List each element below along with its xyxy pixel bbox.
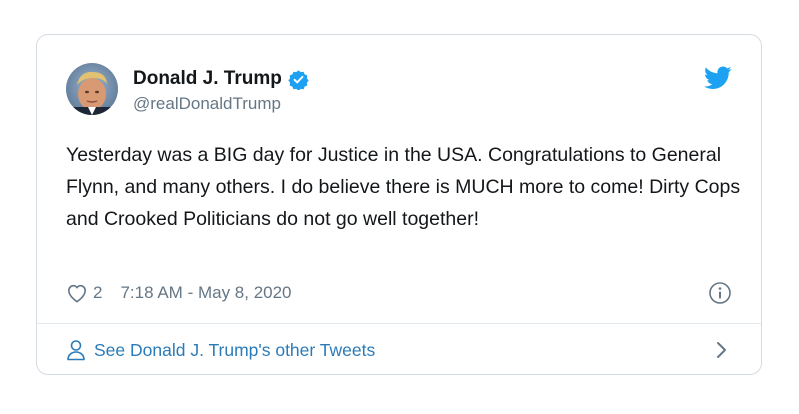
see-other-tweets-label: See Donald J. Trump's other Tweets xyxy=(94,339,376,360)
info-icon[interactable] xyxy=(708,281,732,305)
tweet-text: Yesterday was a BIG day for Justice in t… xyxy=(66,144,741,230)
author-name[interactable]: Donald J. Trump xyxy=(133,68,282,90)
verified-badge-icon xyxy=(288,69,309,91)
person-icon xyxy=(66,339,86,361)
heart-icon[interactable] xyxy=(66,283,88,303)
see-other-tweets-link[interactable]: See Donald J. Trump's other Tweets xyxy=(66,337,375,363)
chevron-right-icon[interactable] xyxy=(715,340,729,360)
author-handle[interactable]: @realDonaldTrump xyxy=(133,94,281,114)
author-row: Donald J. Trump xyxy=(133,67,309,91)
divider xyxy=(37,323,761,324)
like-count: 2 xyxy=(93,283,103,302)
tweet-card: Donald J. Trump @realDonaldTrump Yesterd… xyxy=(36,34,762,375)
tweet-meta: 2 7:18 AM - May 8, 2020 xyxy=(66,281,292,305)
avatar[interactable] xyxy=(66,63,118,115)
twitter-bird-icon[interactable] xyxy=(704,66,732,90)
avatar-image xyxy=(66,63,118,115)
tweet-timestamp[interactable]: 7:18 AM - May 8, 2020 xyxy=(120,283,291,303)
